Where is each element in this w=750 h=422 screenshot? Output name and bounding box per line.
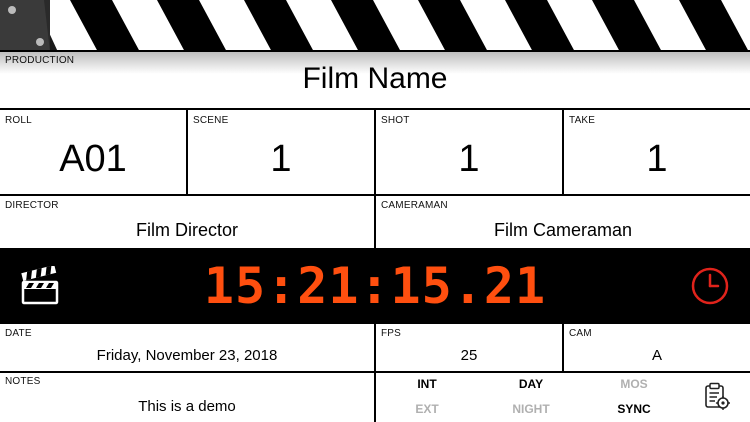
clipboard-gear-icon[interactable] xyxy=(704,382,731,411)
timecode-display[interactable]: 15:21:15.21 xyxy=(0,257,750,315)
roll-label: ROLL xyxy=(5,115,32,126)
director-value: Film Director xyxy=(136,220,238,240)
toggle-mos[interactable]: MOS xyxy=(604,377,664,391)
fps-value: 25 xyxy=(460,347,478,364)
notes-label: NOTES xyxy=(5,376,41,387)
cameraman-field[interactable]: CAMERAMAN Film Cameraman xyxy=(376,196,750,248)
shot-field[interactable]: SHOT 1 xyxy=(376,108,564,196)
production-value: Film Name xyxy=(302,62,448,95)
take-field[interactable]: TAKE 1 xyxy=(564,108,750,196)
cam-label: CAM xyxy=(569,328,592,339)
clapper-stick xyxy=(0,0,750,52)
cam-value: A xyxy=(651,347,662,364)
toggle-int[interactable]: INT xyxy=(397,377,457,391)
toggle-day[interactable]: DAY xyxy=(501,377,561,391)
notes-field[interactable]: NOTES This is a demo xyxy=(0,373,376,422)
toggle-ext[interactable]: EXT xyxy=(397,402,457,416)
scene-value: 1 xyxy=(270,138,292,180)
production-field[interactable]: PRODUCTION Film Name xyxy=(0,52,750,108)
fps-field[interactable]: FPS 25 xyxy=(376,324,564,373)
clapper-stripes xyxy=(0,0,750,52)
cameraman-value: Film Cameraman xyxy=(493,220,633,240)
date-value: Friday, November 23, 2018 xyxy=(96,347,278,364)
take-label: TAKE xyxy=(569,115,596,126)
take-value: 1 xyxy=(646,138,668,180)
notes-value: This is a demo xyxy=(138,398,236,415)
director-label: DIRECTOR xyxy=(5,200,59,211)
cameraman-label: CAMERAMAN xyxy=(381,200,448,211)
scene-label: SCENE xyxy=(193,115,229,126)
cam-field[interactable]: CAM A xyxy=(564,324,750,373)
roll-value: A01 xyxy=(59,138,127,180)
date-field[interactable]: DATE Friday, November 23, 2018 xyxy=(0,324,376,373)
clock-icon[interactable] xyxy=(690,266,730,306)
director-field[interactable]: DIRECTOR Film Director xyxy=(0,196,376,248)
date-label: DATE xyxy=(5,328,32,339)
shot-label: SHOT xyxy=(381,115,410,126)
toggle-night[interactable]: NIGHT xyxy=(501,402,561,416)
roll-field[interactable]: ROLL A01 xyxy=(0,108,188,196)
fps-label: FPS xyxy=(381,328,402,339)
timecode-bar: 15:21:15.21 xyxy=(0,248,750,324)
scene-field[interactable]: SCENE 1 xyxy=(188,108,376,196)
toggle-sync[interactable]: SYNC xyxy=(604,402,664,416)
shot-value: 1 xyxy=(458,138,480,180)
